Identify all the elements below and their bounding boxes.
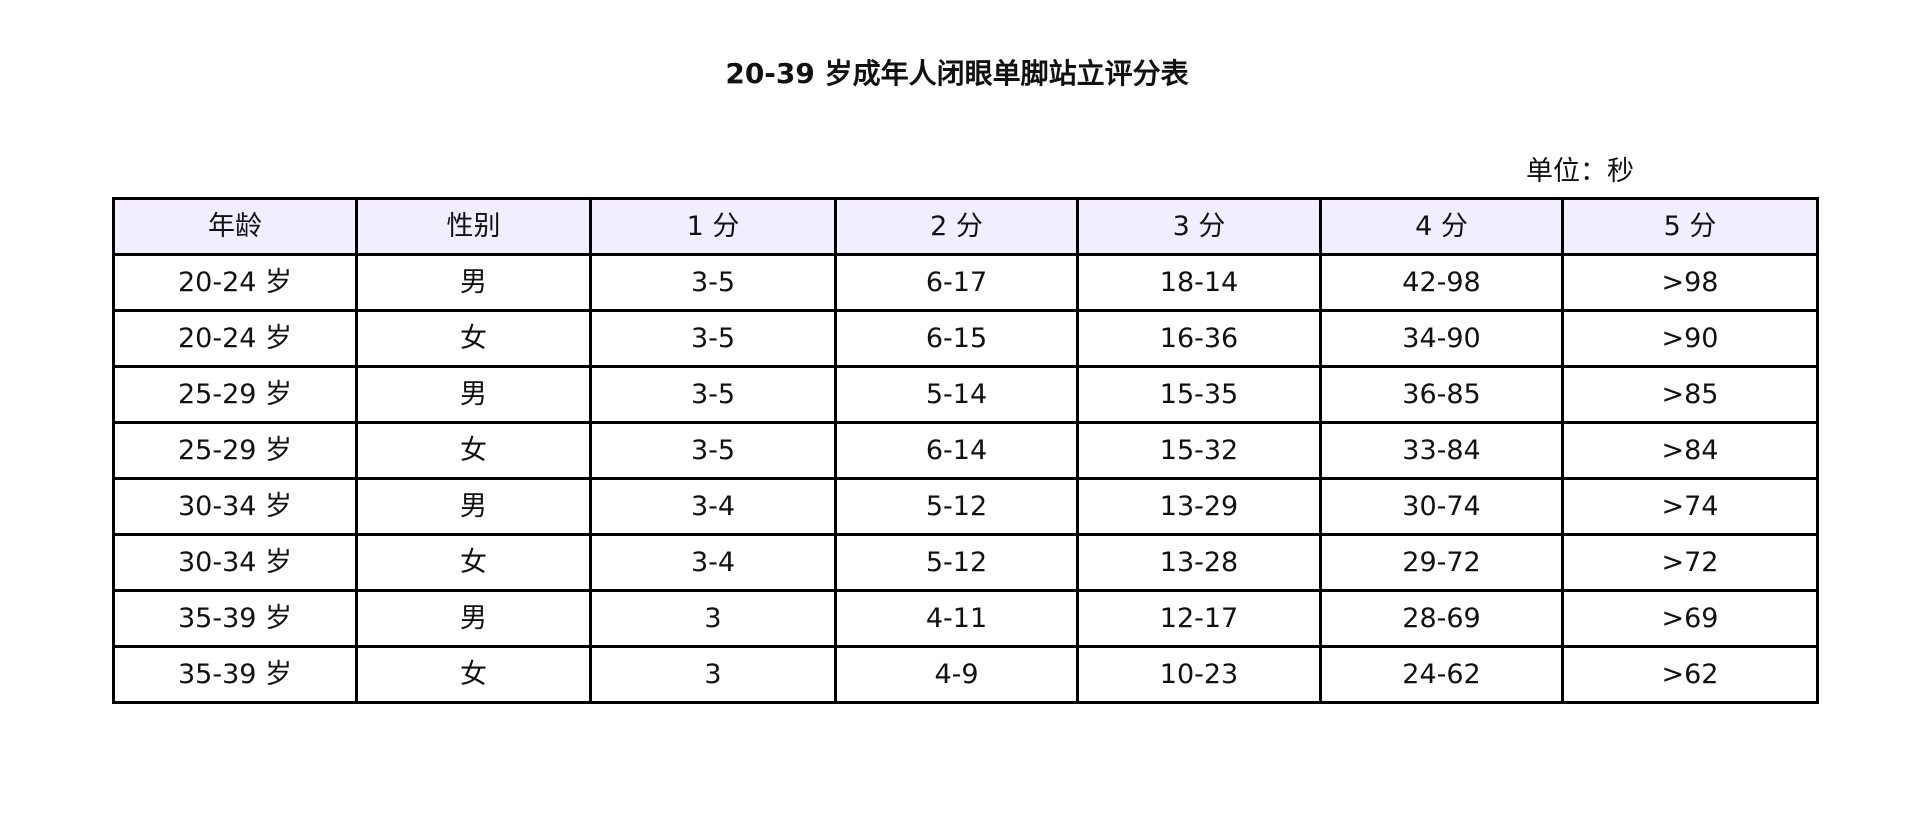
cell-score-3: 13-29 <box>1076 477 1322 536</box>
cell-age: 20-24 岁 <box>112 253 358 312</box>
cell-age: 30-34 岁 <box>112 477 358 536</box>
cell-score-5: >72 <box>1561 533 1819 592</box>
cell-score-1: 3-4 <box>589 477 837 536</box>
cell-score-3: 16-36 <box>1076 309 1322 368</box>
cell-sex: 女 <box>355 645 592 704</box>
cell-age: 25-29 岁 <box>112 421 358 480</box>
table-row: 30-34 岁 女 3-4 5-12 13-28 29-72 >72 <box>112 533 1819 592</box>
cell-score-1: 3 <box>589 589 837 648</box>
table-row: 35-39 岁 男 3 4-11 12-17 28-69 >69 <box>112 589 1819 648</box>
header-score-4: 4 分 <box>1319 197 1564 256</box>
table-row: 35-39 岁 女 3 4-9 10-23 24-62 >62 <box>112 645 1819 704</box>
table-row: 25-29 岁 男 3-5 5-14 15-35 36-85 >85 <box>112 365 1819 424</box>
cell-score-2: 5-12 <box>834 533 1079 592</box>
table-header-row: 年龄 性别 1 分 2 分 3 分 4 分 5 分 <box>112 197 1819 256</box>
cell-score-5: >74 <box>1561 477 1819 536</box>
cell-score-1: 3-5 <box>589 365 837 424</box>
table-row: 30-34 岁 男 3-4 5-12 13-29 30-74 >74 <box>112 477 1819 536</box>
cell-age: 35-39 岁 <box>112 645 358 704</box>
cell-score-5: >62 <box>1561 645 1819 704</box>
cell-age: 20-24 岁 <box>112 309 358 368</box>
table-row: 25-29 岁 女 3-5 6-14 15-32 33-84 >84 <box>112 421 1819 480</box>
cell-score-3: 13-28 <box>1076 533 1322 592</box>
cell-score-4: 24-62 <box>1319 645 1564 704</box>
table-row: 20-24 岁 男 3-5 6-17 18-14 42-98 >98 <box>112 253 1819 312</box>
cell-score-4: 29-72 <box>1319 533 1564 592</box>
cell-sex: 男 <box>355 253 592 312</box>
cell-sex: 男 <box>355 477 592 536</box>
header-score-1: 1 分 <box>589 197 837 256</box>
cell-sex: 女 <box>355 421 592 480</box>
cell-score-2: 6-14 <box>834 421 1079 480</box>
cell-score-4: 42-98 <box>1319 253 1564 312</box>
cell-score-2: 5-12 <box>834 477 1079 536</box>
cell-age: 30-34 岁 <box>112 533 358 592</box>
cell-sex: 女 <box>355 309 592 368</box>
cell-score-3: 15-35 <box>1076 365 1322 424</box>
cell-score-3: 12-17 <box>1076 589 1322 648</box>
cell-score-2: 6-17 <box>834 253 1079 312</box>
header-score-5: 5 分 <box>1561 197 1819 256</box>
header-sex: 性别 <box>355 197 592 256</box>
cell-score-1: 3 <box>589 645 837 704</box>
cell-score-1: 3-5 <box>589 421 837 480</box>
cell-sex: 男 <box>355 365 592 424</box>
cell-score-4: 34-90 <box>1319 309 1564 368</box>
cell-score-5: >84 <box>1561 421 1819 480</box>
header-age: 年龄 <box>112 197 358 256</box>
cell-score-4: 30-74 <box>1319 477 1564 536</box>
cell-score-3: 18-14 <box>1076 253 1322 312</box>
cell-score-4: 28-69 <box>1319 589 1564 648</box>
header-score-3: 3 分 <box>1076 197 1322 256</box>
cell-score-4: 36-85 <box>1319 365 1564 424</box>
cell-age: 35-39 岁 <box>112 589 358 648</box>
cell-score-5: >98 <box>1561 253 1819 312</box>
cell-score-5: >69 <box>1561 589 1819 648</box>
page-title: 20-39 岁成年人闭眼单脚站立评分表 <box>725 57 1189 90</box>
cell-score-2: 4-11 <box>834 589 1079 648</box>
cell-score-1: 3-5 <box>589 309 837 368</box>
cell-score-2: 4-9 <box>834 645 1079 704</box>
cell-score-2: 6-15 <box>834 309 1079 368</box>
score-table: 年龄 性别 1 分 2 分 3 分 4 分 5 分 20-24 岁 男 3-5 … <box>112 197 1819 704</box>
cell-score-4: 33-84 <box>1319 421 1564 480</box>
table-row: 20-24 岁 女 3-5 6-15 16-36 34-90 >90 <box>112 309 1819 368</box>
cell-sex: 女 <box>355 533 592 592</box>
cell-age: 25-29 岁 <box>112 365 358 424</box>
cell-score-1: 3-5 <box>589 253 837 312</box>
cell-score-3: 10-23 <box>1076 645 1322 704</box>
cell-score-2: 5-14 <box>834 365 1079 424</box>
cell-score-5: >90 <box>1561 309 1819 368</box>
cell-score-3: 15-32 <box>1076 421 1322 480</box>
cell-score-1: 3-4 <box>589 533 837 592</box>
cell-score-5: >85 <box>1561 365 1819 424</box>
header-score-2: 2 分 <box>834 197 1079 256</box>
cell-sex: 男 <box>355 589 592 648</box>
unit-label: 单位：秒 <box>1526 156 1634 187</box>
